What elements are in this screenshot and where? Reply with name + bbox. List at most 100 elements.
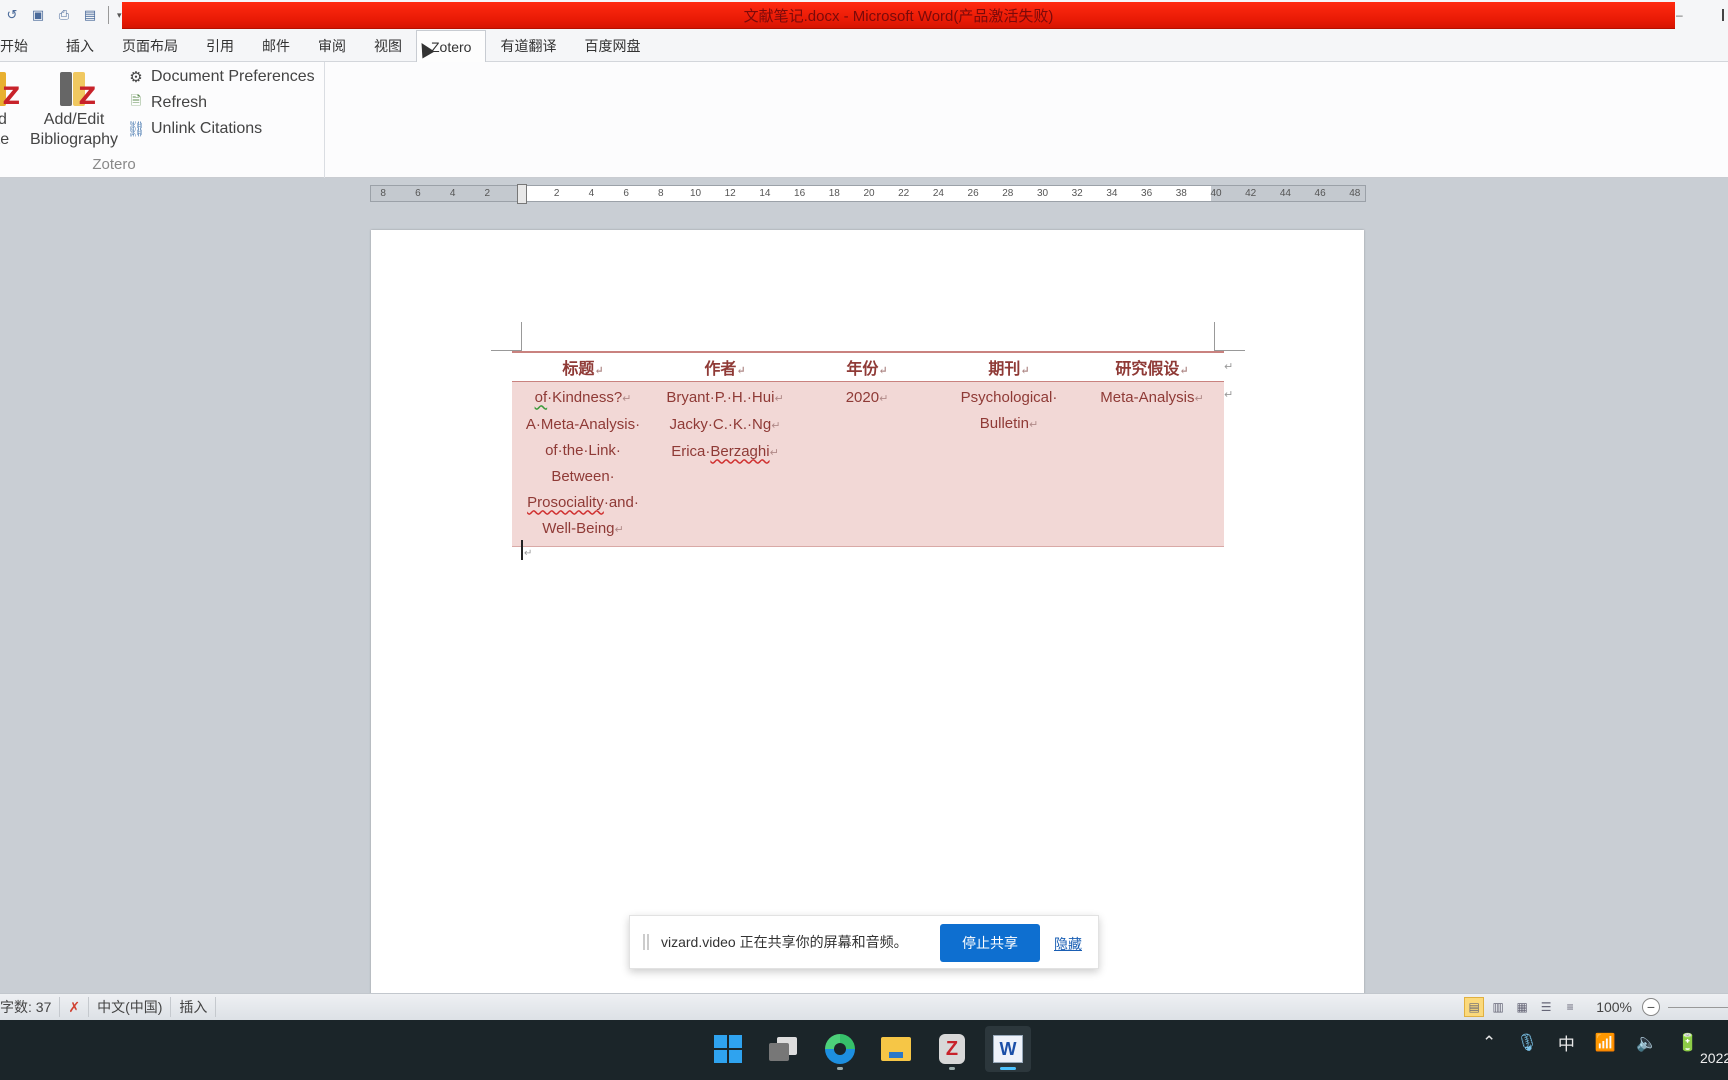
tab-insert[interactable]: 插入 [52,31,108,61]
zoom-out-button[interactable]: − [1642,998,1660,1016]
cell-title[interactable]: of·Kindness?↵ A·Meta-Analysis· of·the·Li… [512,381,654,547]
zotero-taskbar-button[interactable]: Z [929,1026,975,1072]
show-hidden-icons-chevron-icon[interactable]: ⌃ [1482,1033,1496,1053]
ruler-tick: 24 [932,188,944,199]
outline-view-icon[interactable]: ☰ [1536,997,1556,1017]
proofing-status[interactable]: ✗ [60,997,90,1017]
header-journal[interactable]: 期刊↵ [938,351,1080,382]
ruler-tick: 38 [1175,188,1187,199]
file-explorer-taskbar-button[interactable] [873,1026,919,1072]
tab-review[interactable]: 审阅 [304,31,360,61]
row-end-mark: ↵ [1224,389,1234,401]
literature-table[interactable]: 标题↵ 作者↵ 年份↵ 期刊↵ 研究假设↵ of·Kindness?↵ A·Me… [512,351,1224,547]
microphone-icon[interactable]: 🎙 [1516,1033,1538,1053]
battery-icon[interactable]: 🔋 [1677,1033,1698,1053]
ruler-tick: 32 [1071,188,1083,199]
text-insertion-cursor [521,540,523,560]
tab-page-layout[interactable]: 页面布局 [108,31,192,61]
screen-share-notification: vizard.video 正在共享你的屏幕和音频。 停止共享 隐藏 [629,915,1099,969]
ruler-tick: 46 [1314,188,1326,199]
wifi-icon[interactable]: 📶 [1595,1033,1616,1053]
edge-icon [825,1034,855,1064]
title-line-1: ·Kindness? [547,388,623,406]
refresh-button[interactable]: 🗎 Refresh [127,92,315,114]
cell-hypothesis[interactable]: Meta-Analysis↵ [1080,381,1224,547]
ruler-tick: 12 [724,188,736,199]
undo-icon[interactable]: ↺ [2,5,22,25]
web-layout-view-icon[interactable]: ▦ [1512,997,1532,1017]
table-header-row: 标题↵ 作者↵ 年份↵ 期刊↵ 研究假设↵ [512,351,1224,382]
edge-taskbar-button[interactable] [817,1026,863,1072]
tab-youdao-translate[interactable]: 有道翻译 [486,31,570,61]
clock[interactable]: 2022 [1700,1050,1728,1066]
tab-view[interactable]: 视图 [360,31,416,61]
minimize-button[interactable]: – [1676,8,1683,22]
tab-baidu-netdisk[interactable]: 百度网盘 [570,31,654,61]
tab-home[interactable]: 开始 [0,31,52,61]
title-line-4: Between· [551,467,615,485]
header-title[interactable]: 标题↵ [512,351,654,382]
header-hypothesis[interactable]: 研究假设↵ [1080,351,1224,382]
cell-year[interactable]: 2020↵ [796,381,938,547]
ruler-tick: 4 [588,188,595,199]
horizontal-ruler[interactable]: 8 6 4 2 2 4 6 8 10 12 14 16 18 20 22 24 26 28 30 32 34 36 38 40… [370,184,1366,204]
title-bar: ↺ ▣ ⎙ ▤ ▾ 文献笔记.docx - Microsoft Word(产品激… [0,0,1728,30]
hide-link[interactable]: 隐藏 [1054,934,1082,954]
folder-icon [881,1037,911,1061]
print-preview-icon[interactable]: ▤ [80,5,100,25]
ruler-tick: 14 [759,188,771,199]
language-indicator[interactable]: 中文(中国) [89,997,172,1017]
zotero-bibliography-icon: Z [54,68,96,108]
ruler-tick: 16 [794,188,806,199]
indent-marker[interactable] [517,184,527,204]
customize-qat-dropdown-icon[interactable]: ▾ [117,10,122,21]
hypothesis-value: Meta-Analysis [1100,388,1195,406]
ruler-tick: 28 [1002,188,1014,199]
tab-mailings[interactable]: 邮件 [248,31,304,61]
zoom-slider[interactable] [1668,1006,1728,1008]
add-note-button[interactable]: Z dd ote [0,68,20,150]
tab-references[interactable]: 引用 [192,31,248,61]
task-view-icon [769,1037,799,1061]
paragraph-mark: ↵ [524,548,533,559]
drag-handle-icon[interactable] [643,934,649,950]
draft-view-icon[interactable]: ≡ [1560,997,1580,1017]
ribbon-tabs: 开始 插入 页面布局 引用 邮件 审阅 视图 Zotero 有道翻译 百度网盘 [0,30,1728,62]
task-view-button[interactable] [761,1026,807,1072]
unlink-icon: ⛓ [126,121,146,138]
full-screen-reading-view-icon[interactable]: ▥ [1488,997,1508,1017]
print-layout-view-icon[interactable]: ▤ [1464,997,1485,1017]
tab-zotero[interactable]: Zotero [416,30,487,62]
document-preferences-button[interactable]: ⚙ Document Preferences [127,66,314,88]
document-page[interactable]: 标题↵ 作者↵ 年份↵ 期刊↵ 研究假设↵ of·Kindness?↵ A·Me… [371,230,1364,1000]
window-title: 文献笔记.docx - Microsoft Word(产品激活失败) [743,7,1054,25]
word-taskbar-button[interactable]: W [985,1026,1031,1072]
save-icon[interactable]: ▣ [28,5,48,25]
share-message: vizard.video 正在共享你的屏幕和音频。 [661,934,908,950]
add-edit-bibliography-button[interactable]: Z Add/Edit Bibliography [30,68,118,150]
ime-indicator[interactable]: 中 [1558,1030,1575,1055]
table-row: of·Kindness?↵ A·Meta-Analysis· of·the·Li… [512,381,1224,547]
start-button[interactable] [705,1026,751,1072]
ruler-tick: 34 [1106,188,1118,199]
ruler-tick: 2 [484,188,491,199]
insert-mode-indicator[interactable]: 插入 [171,997,217,1017]
word-count[interactable]: 字数: 37 [0,997,61,1017]
header-year[interactable]: 年份↵ [796,351,938,382]
cell-author[interactable]: Bryant·P.·H.·Hui↵ Jacky·C.·K.·Ng↵ Erica·… [654,381,796,547]
print-icon[interactable]: ⎙ [54,5,74,25]
title-line-6: Well-Being [542,519,615,537]
ruler-tick: 6 [623,188,629,199]
zoom-level[interactable]: 100% [1596,999,1632,1015]
row-end-mark: ↵ [1224,361,1234,373]
windows-logo-icon [714,1035,742,1063]
ruler-tick: 8 [380,188,386,199]
refresh-document-icon: 🗎 [130,93,142,108]
volume-icon[interactable]: 🔈 [1636,1033,1657,1053]
journal-line-1: Psychological· [960,388,1058,406]
header-author[interactable]: 作者↵ [654,351,796,382]
stop-sharing-button[interactable]: 停止共享 [940,924,1040,962]
unlink-citations-button[interactable]: ⛓ Unlink Citations [126,118,315,140]
cell-journal[interactable]: Psychological· Bulletin↵ [938,381,1080,547]
maximize-button[interactable] [1722,9,1728,21]
